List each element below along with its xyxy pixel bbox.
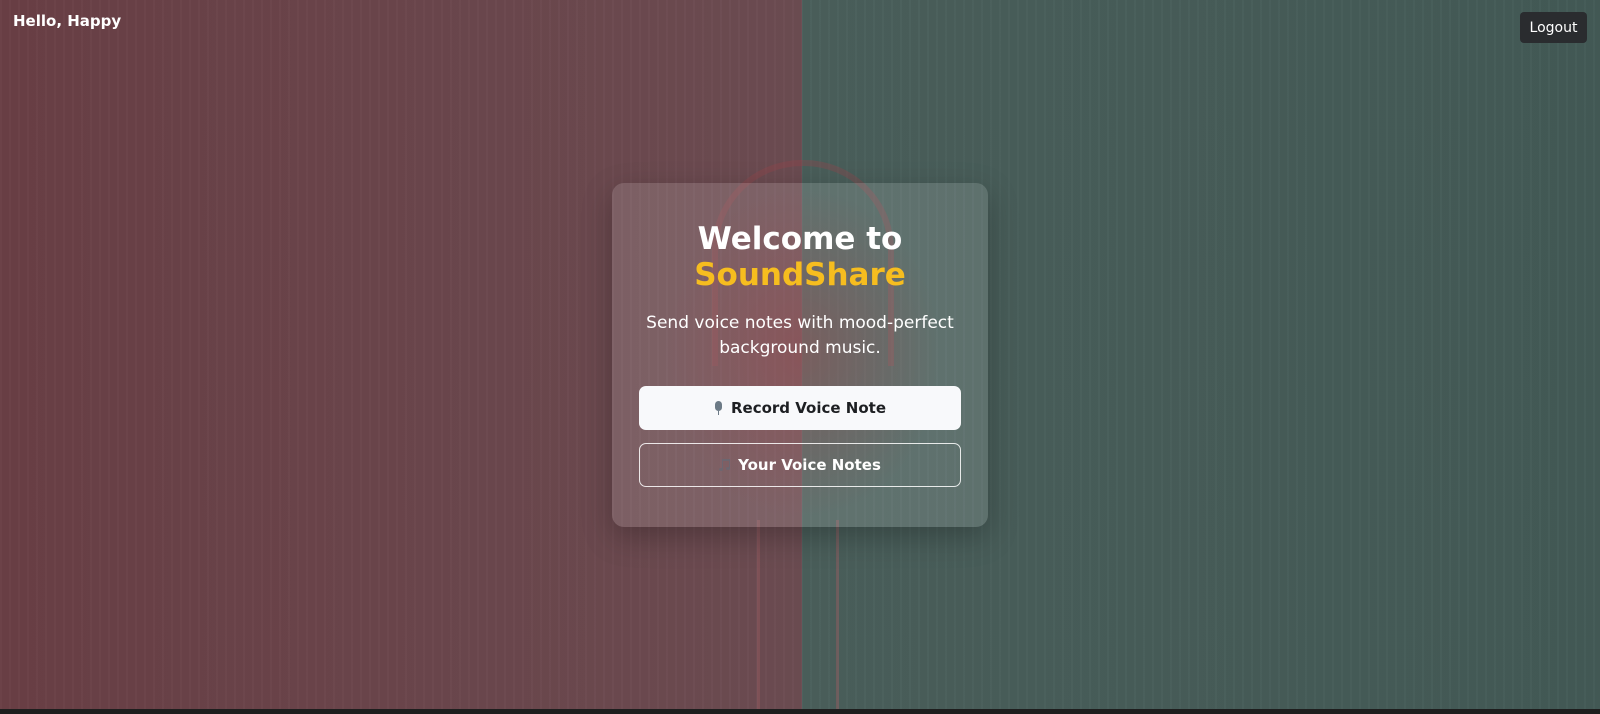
record-voice-note-button[interactable]: Record Voice Note [639, 386, 961, 430]
music-note-icon [719, 458, 731, 472]
microphone-icon [714, 401, 723, 415]
user-greeting: Hello, Happy [13, 12, 122, 30]
headphone-cable-left [757, 520, 760, 709]
your-voice-notes-label: Your Voice Notes [738, 456, 881, 474]
welcome-subtitle: Send voice notes with mood-perfect backg… [646, 313, 954, 358]
brand-name: SoundShare [694, 257, 906, 293]
record-voice-note-label: Record Voice Note [730, 399, 886, 417]
your-voice-notes-button[interactable]: Your Voice Notes [639, 443, 961, 487]
welcome-card: Welcome to SoundShare Send voice notes w… [612, 183, 988, 527]
headphone-cable-right [836, 520, 839, 709]
logout-button[interactable]: Logout [1520, 12, 1587, 43]
welcome-title: Welcome to [697, 221, 903, 257]
bottom-edge-bar [0, 709, 1600, 714]
